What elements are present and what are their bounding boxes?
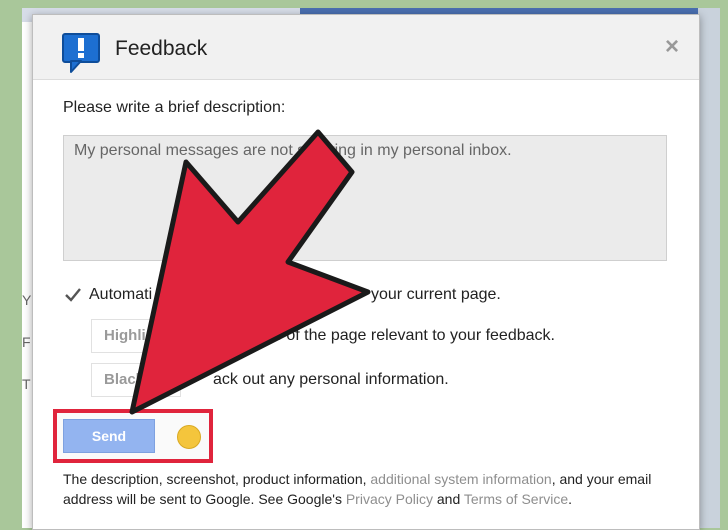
blackout-button[interactable]: Black	[91, 363, 181, 397]
footer-disclaimer: The description, screenshot, product inf…	[63, 469, 673, 509]
dialog-title: Feedback	[115, 37, 208, 60]
send-button[interactable]: Send	[63, 419, 155, 453]
highlight-description: as of the page relevant to your feedback…	[265, 327, 555, 344]
highlight-button[interactable]: Highli	[91, 319, 181, 353]
description-prompt: Please write a brief description:	[63, 99, 286, 116]
dialog-header: Feedback ×	[33, 15, 699, 80]
footer-text: and	[432, 491, 464, 507]
footer-text: The description, screenshot, product inf…	[63, 471, 371, 487]
auto-screenshot-label-end: your current page.	[371, 286, 501, 303]
background-letter: Y	[22, 292, 32, 308]
background-letter: F	[22, 334, 31, 350]
terms-of-service-link[interactable]: Terms of Service	[464, 491, 568, 507]
system-info-link[interactable]: additional system information	[370, 471, 551, 487]
feedback-dialog: Feedback × Please write a brief descript…	[32, 14, 700, 530]
footer-text: .	[568, 491, 573, 507]
cursor-indicator-dot	[177, 425, 201, 449]
blackout-description: ack out any personal information.	[213, 371, 449, 388]
checkmark-icon[interactable]	[63, 285, 83, 305]
description-textarea[interactable]: My personal messages are not showing in …	[63, 135, 667, 261]
close-icon[interactable]: ×	[665, 35, 679, 59]
feedback-exclamation-icon	[62, 33, 100, 73]
background-scroll-area	[698, 8, 720, 528]
auto-screenshot-label: Automati	[89, 286, 153, 303]
background-letter: T	[22, 376, 31, 392]
privacy-policy-link[interactable]: Privacy Policy	[346, 491, 433, 507]
